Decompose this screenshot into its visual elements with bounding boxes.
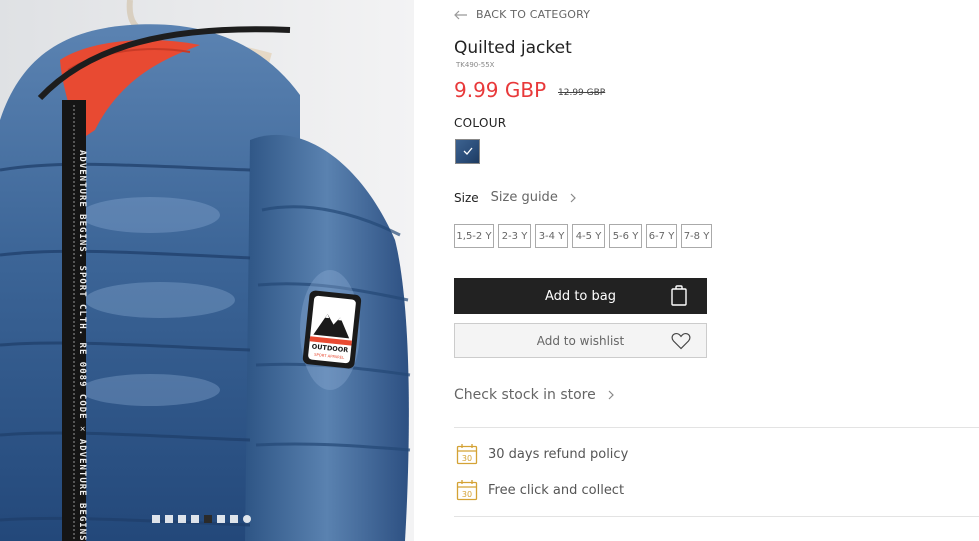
colour-label: COLOUR bbox=[454, 116, 507, 130]
product-image[interactable]: ADVENTURE BEGINS. SPORT CLTH. RE 0089 CO… bbox=[0, 0, 414, 541]
calendar-30-icon: 30 bbox=[456, 444, 478, 465]
product-title: Quilted jacket bbox=[454, 38, 572, 58]
gallery-dot[interactable] bbox=[165, 515, 173, 523]
size-option[interactable]: 3-4 Y bbox=[535, 224, 568, 248]
product-price: 9.99 GBP bbox=[454, 78, 547, 102]
check-stock-label: Check stock in store bbox=[454, 387, 596, 403]
heart-icon bbox=[671, 333, 691, 350]
divider bbox=[454, 516, 979, 517]
size-option[interactable]: 5-6 Y bbox=[609, 224, 642, 248]
size-guide-link[interactable]: Size guide bbox=[491, 190, 558, 205]
perk-refund-policy: 30 30 days refund policy bbox=[456, 443, 628, 465]
perk-click-collect: 30 Free click and collect bbox=[456, 479, 624, 501]
gallery-dot[interactable] bbox=[243, 515, 251, 523]
size-option[interactable]: 1,5-2 Y bbox=[454, 224, 494, 248]
calendar-30-icon: 30 bbox=[456, 480, 478, 501]
perk-label: 30 days refund policy bbox=[488, 446, 629, 462]
back-to-category-label: BACK TO CATEGORY bbox=[476, 8, 591, 21]
gallery-pagination bbox=[152, 515, 251, 523]
gallery-dot[interactable] bbox=[217, 515, 225, 523]
check-stock-link[interactable]: Check stock in store bbox=[454, 387, 614, 403]
size-label: Size bbox=[454, 190, 479, 205]
calendar-number: 30 bbox=[462, 454, 472, 463]
add-to-wishlist-label: Add to wishlist bbox=[536, 333, 625, 348]
jacket-photo: ADVENTURE BEGINS. SPORT CLTH. RE 0089 CO… bbox=[0, 0, 414, 541]
product-details: BACK TO CATEGORY Quilted jacket TK490-55… bbox=[454, 0, 979, 541]
zipper-tape-text: ADVENTURE BEGINS. SPORT CLTH. RE 0089 CO… bbox=[77, 150, 87, 541]
gallery-dot[interactable] bbox=[152, 515, 160, 523]
divider bbox=[454, 427, 979, 428]
back-to-category-link[interactable]: BACK TO CATEGORY bbox=[454, 8, 590, 21]
add-to-bag-label: Add to bag bbox=[545, 288, 616, 304]
colour-swatch-selected[interactable] bbox=[455, 139, 480, 164]
product-sku: TK490-55X bbox=[456, 61, 495, 69]
calendar-number: 30 bbox=[462, 490, 472, 499]
gallery-dot-active[interactable] bbox=[204, 515, 212, 523]
size-option[interactable]: 6-7 Y bbox=[646, 224, 677, 248]
gallery-dot[interactable] bbox=[178, 515, 186, 523]
size-options: 1,5-2 Y 2-3 Y 3-4 Y 4-5 Y 5-6 Y 6-7 Y 7-… bbox=[454, 224, 712, 248]
perk-label: Free click and collect bbox=[488, 482, 625, 498]
outdoor-patch: OUTDOOR SPORT APPAREL bbox=[302, 290, 362, 369]
chevron-right-icon bbox=[608, 390, 614, 400]
check-icon bbox=[463, 147, 473, 155]
shopping-bag-icon bbox=[671, 285, 687, 306]
chevron-right-icon bbox=[570, 193, 576, 202]
gallery-dot[interactable] bbox=[191, 515, 199, 523]
add-to-bag-button[interactable]: Add to bag bbox=[454, 278, 707, 314]
gallery-dot[interactable] bbox=[230, 515, 238, 523]
size-option[interactable]: 7-8 Y bbox=[681, 224, 712, 248]
add-to-wishlist-button[interactable]: Add to wishlist bbox=[454, 323, 707, 358]
arrow-left-icon bbox=[454, 10, 467, 19]
size-option[interactable]: 4-5 Y bbox=[572, 224, 605, 248]
size-header: Size Size guide bbox=[454, 190, 576, 205]
product-old-price: 12.99 GBP bbox=[558, 88, 606, 98]
size-option[interactable]: 2-3 Y bbox=[498, 224, 531, 248]
